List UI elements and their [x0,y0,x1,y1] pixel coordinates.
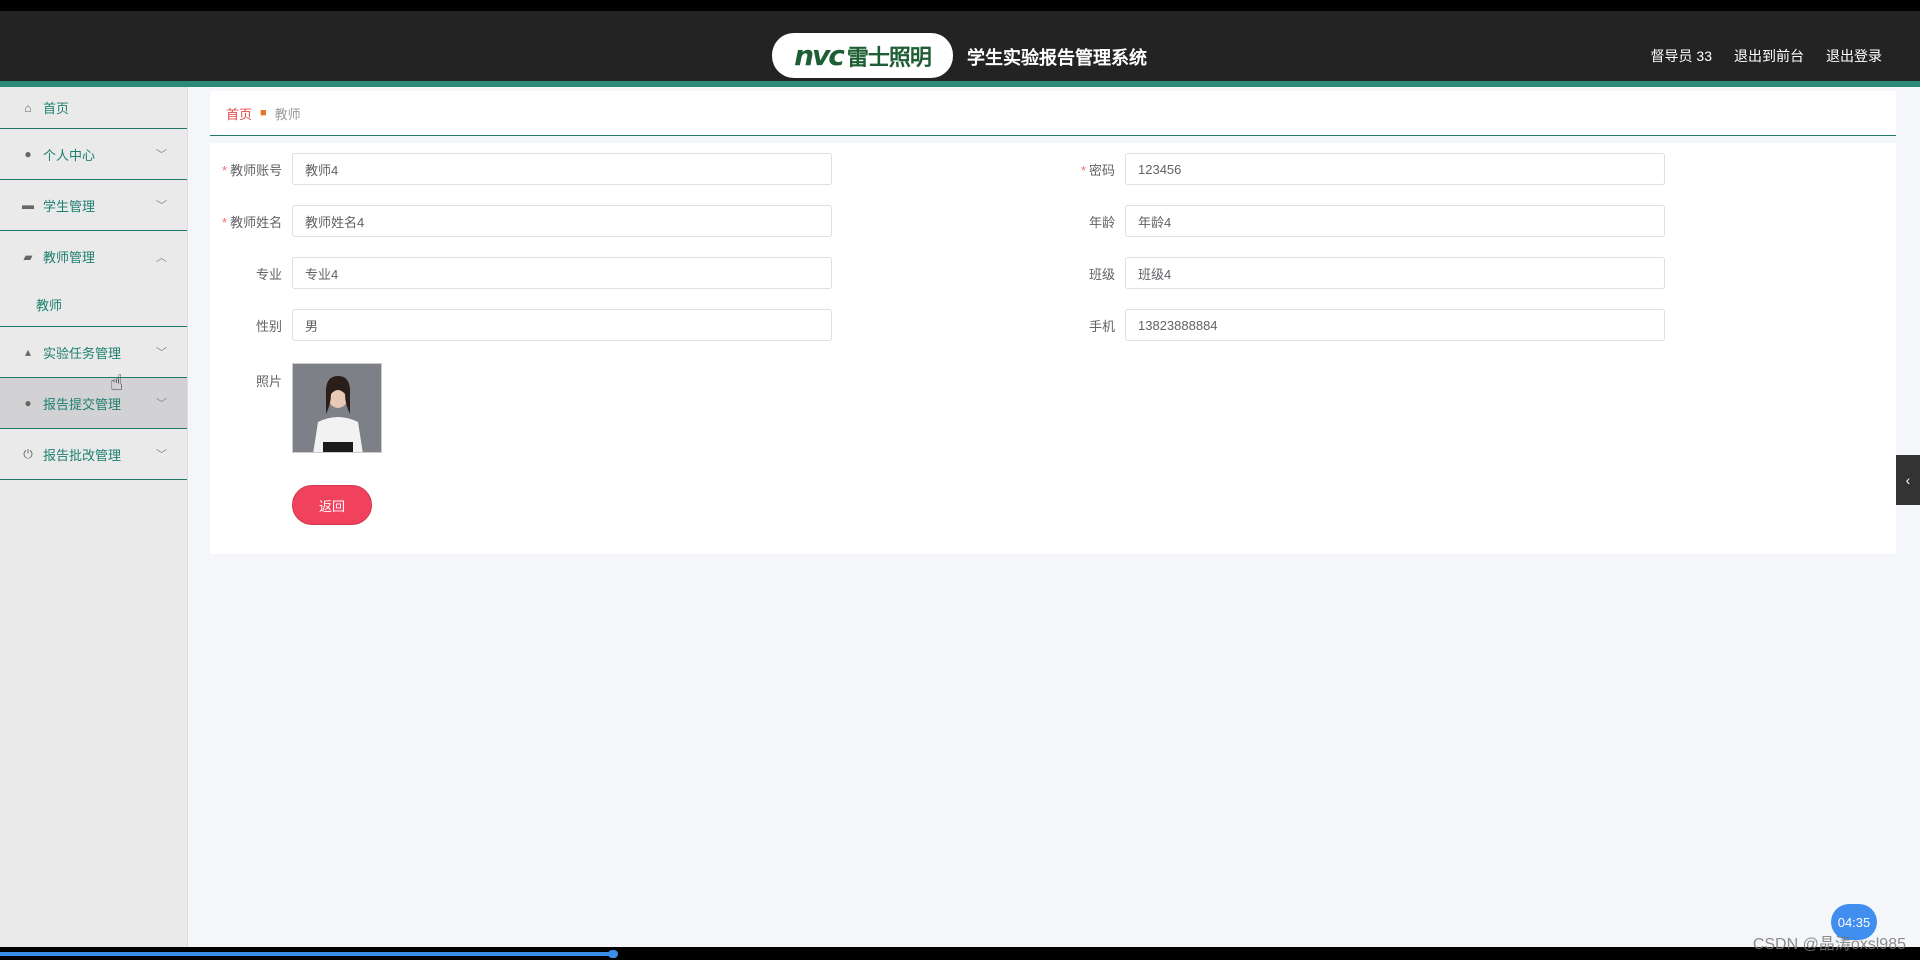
form-row-teacher-account: * 教师账号 教师4 [222,153,832,185]
watermark: CSDN @晶涛oxsl985 [1752,936,1906,953]
sidebar-group-teacher-management: ▰ 教师管理 ︿ 教师 [0,231,187,327]
collapse-panel-tab[interactable]: ‹ [1896,455,1920,505]
form-row-age: 年龄 年龄4 [1055,205,1665,237]
breadcrumb: 首页 ■ 教师 [210,91,1896,136]
breadcrumb-separator-icon: ■ [260,107,267,119]
chevron-left-icon: ‹ [1905,472,1911,488]
app-title: 学生实验报告管理系统 [967,48,1147,68]
sidebar-item-home[interactable]: ⌂ 首页 [0,87,187,129]
password-field[interactable]: 123456 [1125,153,1665,185]
breadcrumb-current: 教师 [274,106,301,122]
sidebar: ⌂ 首页 ● 个人中心 ﹀ ▬ 学生管理 ﹀ ▰ 教师管理 ︿ 教师 ▴ 实验任… [0,87,188,947]
class-label: 班级 [1088,266,1115,282]
sidebar-item-label: 教师管理 [43,250,96,265]
form-row-gender: 性别 男 [222,309,832,341]
back-to-front-link[interactable]: 退出到前台 [1734,46,1804,66]
sidebar-item-personal-center[interactable]: ● 个人中心 ﹀ [0,129,187,180]
sidebar-item-label: 实验任务管理 [43,345,122,361]
photo-label: 照片 [255,374,282,389]
thumb-icon: ▰ [23,249,33,264]
major-field[interactable]: 专业4 [292,257,832,289]
sidebar-item-label: 学生管理 [43,198,96,214]
class-field[interactable]: 班级4 [1125,257,1665,289]
gender-label: 性别 [255,318,282,334]
home-icon: ⌂ [24,100,32,115]
sidebar-item-teacher-management[interactable]: ▰ 教师管理 ︿ [0,231,187,282]
breadcrumb-home[interactable]: 首页 [226,104,252,123]
age-label: 年龄 [1088,214,1115,230]
teacher-account-field[interactable]: 教师4 [292,153,832,185]
sidebar-subitem-label: 教师 [36,297,63,313]
chevron-down-icon: ﹀ [156,347,167,359]
form-row-teacher-name: * 教师姓名 教师姓名4 [222,205,832,237]
teacher-name-label: * 教师姓名 [222,214,283,230]
sidebar-item-student-management[interactable]: ▬ 学生管理 ﹀ [0,180,187,231]
back-button[interactable]: 返回 [292,485,372,525]
brand-logo[interactable]: nvc 雷士照明 [772,33,953,78]
user-label: 督导员 33 [1650,48,1712,64]
video-progress-bar[interactable] [0,952,614,956]
logout-link[interactable]: 退出登录 [1826,46,1882,66]
sidebar-subitem-teacher[interactable]: 教师 [0,282,187,326]
teacher-photo[interactable] [292,363,382,453]
chevron-down-icon: ﹀ [156,149,167,161]
form-row-password: * 密码 123456 [1055,153,1665,185]
gender-field[interactable]: 男 [292,309,832,341]
chevron-down-icon: ﹀ [156,398,167,410]
user-icon: ● [24,147,32,161]
power-icon: ⏻ [23,446,33,461]
logo-mark: nvc [794,39,845,72]
person-icon: ▴ [24,345,32,359]
sidebar-item-label: 报告提交管理 [43,396,122,412]
app-header: nvc 雷士照明 学生实验报告管理系统 督导员 33 退出到前台 退出登录 [0,11,1920,81]
main-content: 首页 ■ 教师 * 教师账号 教师4 * 密码 123456 * 教师姓名 教师姓名4… [188,87,1920,947]
sidebar-item-report-submission-management[interactable]: ● 报告提交管理 ﹀ [0,378,187,429]
chevron-down-icon: ﹀ [156,200,167,212]
top-black-border [0,0,1920,11]
teacher-name-field[interactable]: 教师姓名4 [292,205,832,237]
mouse-pointer-icon: ☝ [110,370,124,395]
sidebar-item-label: 首页 [43,101,70,116]
logo-text: 雷士照明 [846,46,932,71]
sidebar-item-label: 个人中心 [43,147,96,163]
video-progress-handle[interactable] [608,950,618,958]
form-row-major: 专业 专业4 [222,257,832,289]
form-row-photo: 照片 [222,363,382,453]
chevron-up-icon: ︿ [156,251,167,264]
phone-field[interactable]: 13823888884 [1125,309,1665,341]
sidebar-item-label: 报告批改管理 [43,447,122,463]
age-field[interactable]: 年龄4 [1125,205,1665,237]
sidebar-item-experiment-task-management[interactable]: ▴ 实验任务管理 ﹀ [0,327,187,378]
header-actions: 督导员 33 退出到前台 退出登录 [1651,46,1882,66]
form-row-phone: 手机 13823888884 [1055,309,1665,341]
password-label: * 密码 [1080,162,1115,178]
teacher-detail-form: * 教师账号 教师4 * 密码 123456 * 教师姓名 教师姓名4 年龄 年龄4 … [210,143,1896,554]
chevron-down-icon: ﹀ [156,449,167,461]
sidebar-item-report-grading-management[interactable]: ⏻ 报告批改管理 ﹀ [0,429,187,480]
phone-label: 手机 [1088,318,1115,334]
form-row-class: 班级 班级4 [1055,257,1665,289]
person-icon: ● [24,396,32,410]
briefcase-icon: ▬ [22,198,34,212]
teacher-account-label: * 教师账号 [222,162,283,178]
major-label: 专业 [255,266,282,282]
